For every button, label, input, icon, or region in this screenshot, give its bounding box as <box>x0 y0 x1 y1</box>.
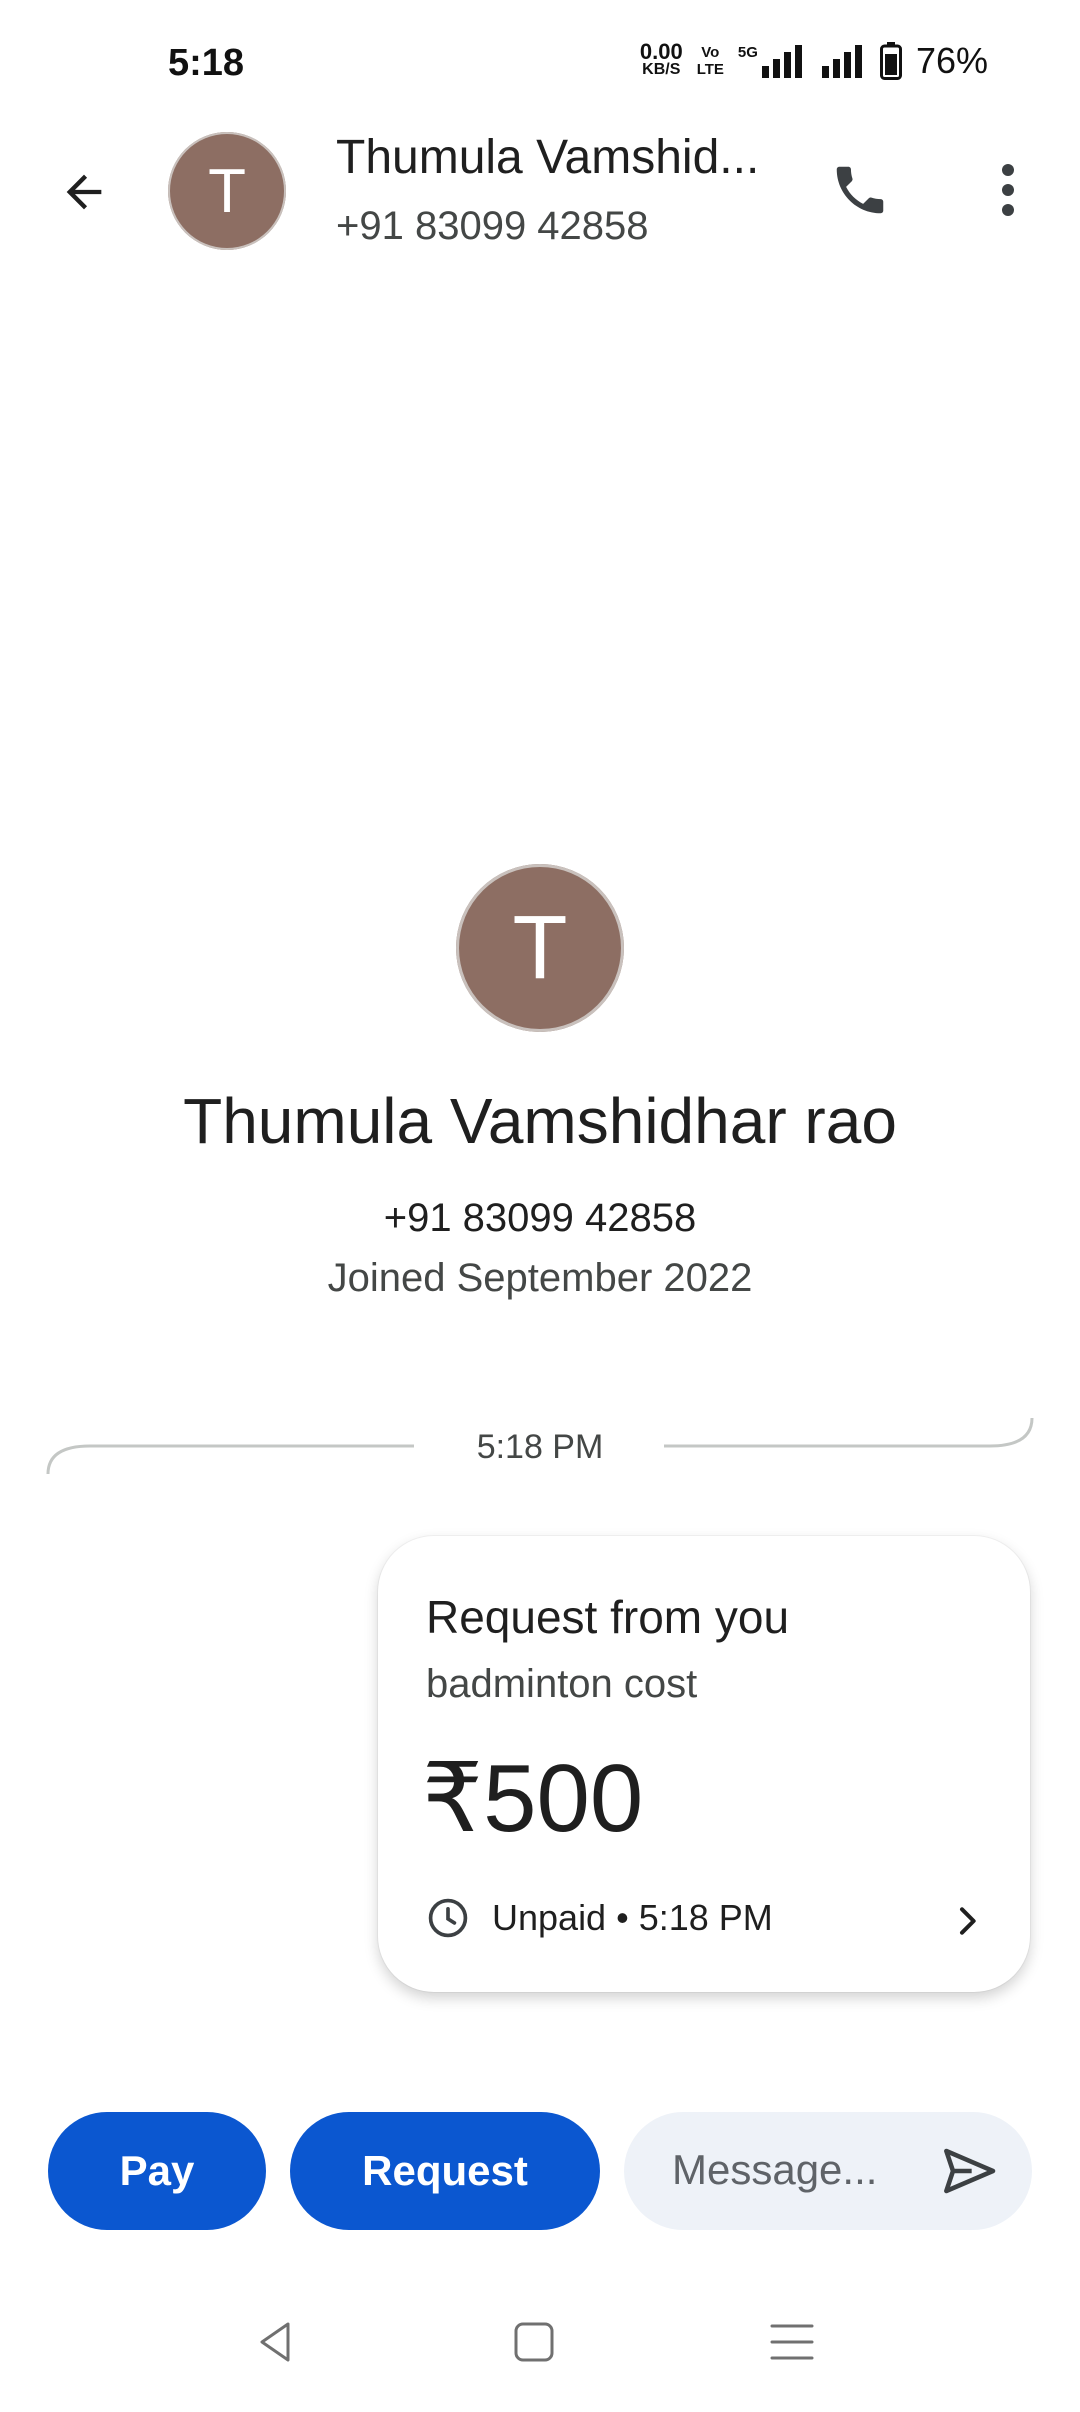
pay-button[interactable]: Pay <box>48 2112 266 2230</box>
nav-back-icon[interactable] <box>252 2318 300 2366</box>
nav-home-icon[interactable] <box>510 2318 558 2366</box>
net-speed-indicator: 0.00 KB/S <box>639 39 683 79</box>
phone-icon <box>836 166 884 214</box>
volte-bottom: LTE <box>696 61 724 78</box>
request-status-text: Unpaid • 5:18 PM <box>492 1897 773 1938</box>
header-contact-name[interactable]: Thumula Vamshid... <box>336 130 759 185</box>
profile-phone: +91 83099 42858 <box>383 1196 697 1240</box>
request-details-chevron[interactable] <box>942 1896 992 1946</box>
profile-name: Thumula Vamshidhar rao <box>183 1085 897 1157</box>
net-speed-value: 0.00 <box>639 39 683 64</box>
request-note: badminton cost <box>426 1662 698 1706</box>
more-vert-icon <box>1002 164 1014 216</box>
network-type: 5G <box>737 44 758 61</box>
timeline-time: 5:18 PM <box>476 1428 604 1466</box>
payment-request-card[interactable]: Request from you badminton cost ₹500 Unp… <box>378 1536 1030 1992</box>
signal-5g-icon: 5G <box>738 44 806 78</box>
request-title: Request from you <box>426 1591 790 1643</box>
battery-percent: 76% <box>915 40 988 81</box>
request-amount: ₹500 <box>422 1745 644 1852</box>
clock-icon <box>428 1898 468 1938</box>
back-button[interactable] <box>52 160 116 224</box>
profile-avatar: T <box>456 864 624 1032</box>
volte-indicator: Vo LTE <box>697 44 724 78</box>
chevron-right-icon <box>960 1907 976 1935</box>
request-button[interactable]: Request <box>290 2112 600 2230</box>
more-options-button[interactable] <box>978 150 1038 230</box>
message-composer <box>624 2112 1032 2230</box>
signal-bars-2-icon <box>821 45 862 78</box>
message-input[interactable] <box>672 2146 922 2194</box>
header-avatar[interactable]: T <box>168 132 286 250</box>
signal-bars-icon <box>761 45 802 78</box>
send-button[interactable] <box>934 2136 1004 2206</box>
status-icons: 0.00 KB/S Vo LTE 5G 76% <box>640 40 988 82</box>
nav-recents-icon[interactable] <box>768 2318 816 2366</box>
arrow-left-icon <box>66 174 102 210</box>
header-contact-phone: +91 83099 42858 <box>336 204 649 248</box>
profile-joined-date: Joined September 2022 <box>327 1256 753 1300</box>
call-button[interactable] <box>820 150 900 230</box>
battery-icon <box>879 42 902 80</box>
request-status: Unpaid • 5:18 PM <box>426 1896 773 1940</box>
status-time: 5:18 <box>168 42 245 84</box>
net-speed-unit: KB/S <box>642 61 681 78</box>
volte-top: Vo <box>701 44 720 61</box>
send-icon <box>944 2148 996 2194</box>
